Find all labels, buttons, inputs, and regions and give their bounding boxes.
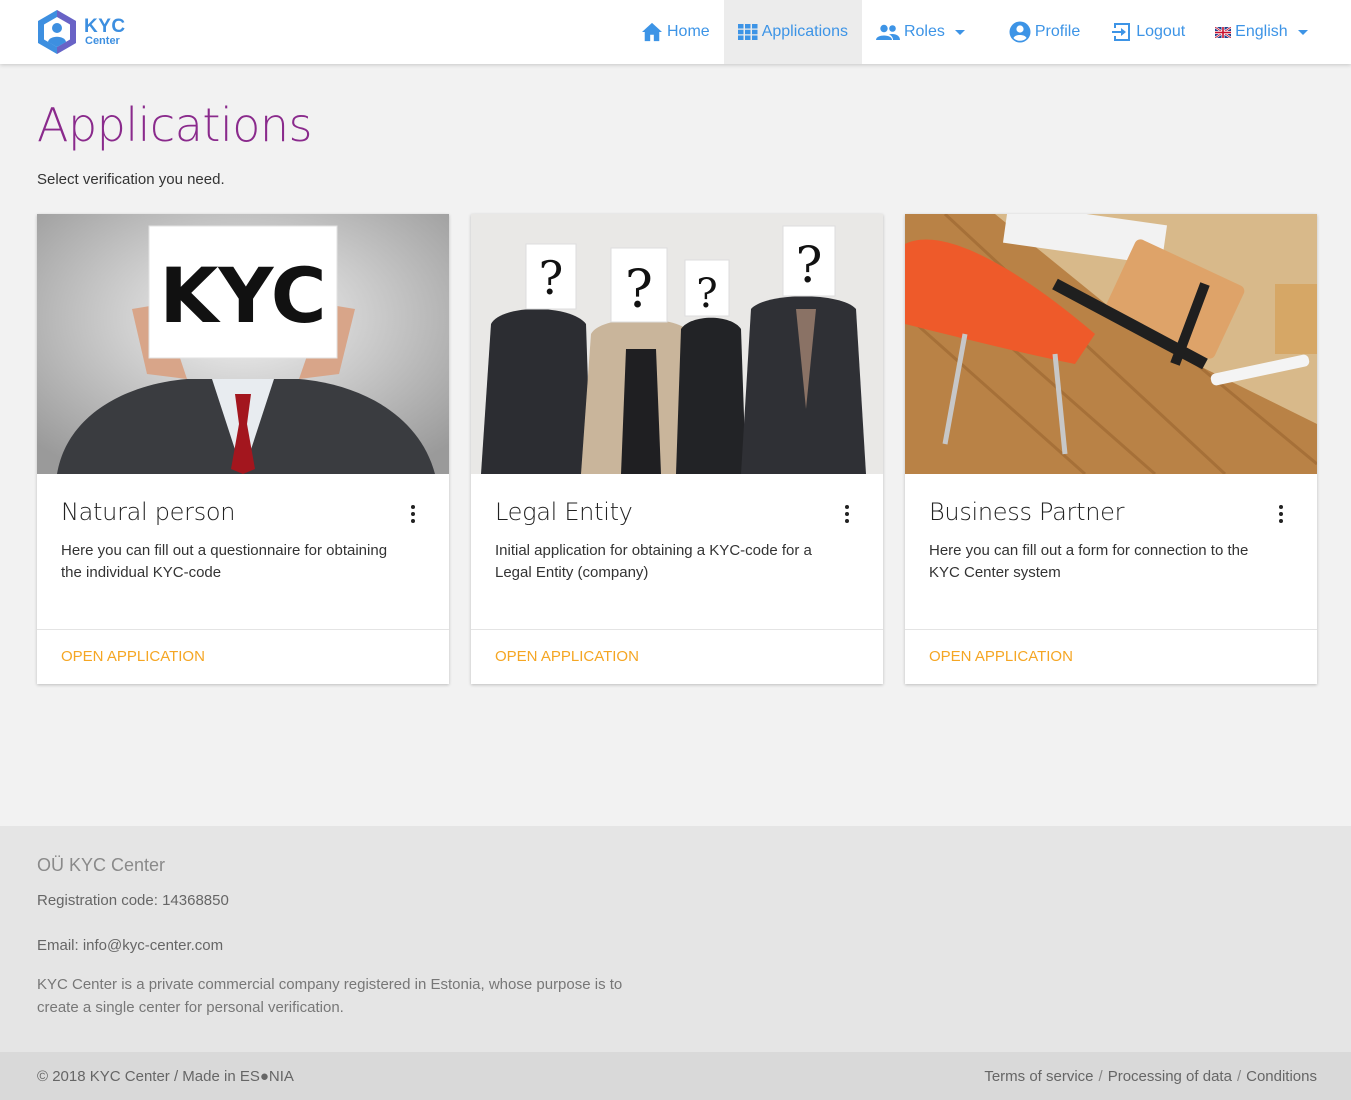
open-application-button[interactable]: OPEN APPLICATION (61, 648, 205, 665)
footer-about-text: KYC Center is a private commercial compa… (37, 976, 623, 1016)
footer-company-name: OÜ KYC Center (37, 855, 166, 875)
nav-applications-label: Applications (761, 23, 848, 40)
footer-links: Terms of service / Processing of data / … (984, 1068, 1317, 1085)
footer: OÜ KYC Center Registration code: 1436885… (0, 826, 1351, 1052)
application-card-natural-person: KYC Natural person Here you can fill out… (37, 214, 449, 684)
card-description: Here you can fill out a questionnaire fo… (61, 542, 388, 581)
nav-roles-label: Roles (903, 23, 945, 40)
brand-logo[interactable]: KYC Center (36, 9, 126, 55)
nav-roles-dropdown[interactable]: Roles (862, 0, 987, 64)
link-separator: / (1098, 1068, 1103, 1085)
processing-of-data-link[interactable]: Processing of data (1108, 1068, 1232, 1085)
uk-flag-icon (1215, 26, 1232, 38)
card-description: Here you can fill out a form for connect… (929, 542, 1249, 581)
people-icon (875, 24, 900, 40)
main-nav: Home Applications Roles Profile Logout E… (627, 0, 1322, 64)
open-application-button[interactable]: OPEN APPLICATION (929, 648, 1073, 665)
conditions-link[interactable]: Conditions (1246, 1068, 1317, 1085)
kyc-sign-text: KYC (160, 251, 327, 340)
terms-of-service-link[interactable]: Terms of service (984, 1068, 1093, 1085)
nav-language-label: English (1235, 23, 1288, 40)
question-mark-text: ? (796, 236, 823, 294)
card-title: Business Partner (929, 498, 1125, 526)
open-application-button[interactable]: OPEN APPLICATION (495, 648, 639, 665)
nav-language-dropdown[interactable]: English (1199, 0, 1321, 64)
nav-profile-label: Profile (1034, 23, 1081, 40)
link-separator: / (1236, 1068, 1242, 1085)
logout-icon (1112, 23, 1131, 41)
chevron-down-icon (954, 29, 965, 35)
nav-home[interactable]: Home (627, 0, 724, 64)
nav-logout[interactable]: Logout (1094, 0, 1199, 64)
question-mark-text: ? (625, 260, 653, 320)
card-divider (905, 629, 1317, 630)
account-circle-icon (1009, 21, 1031, 43)
nav-profile[interactable]: Profile (987, 0, 1094, 64)
chevron-down-icon (1297, 29, 1308, 35)
footer-registration-code: Registration code: 14368850 (37, 892, 229, 909)
more-vert-icon[interactable] (411, 505, 415, 526)
bottom-bar: © 2018 KYC Center / Made in ES●NIA Terms… (0, 1052, 1351, 1100)
page-subtitle: Select verification you need. (37, 171, 225, 188)
copyright-text: © 2018 KYC Center / Made in ES●NIA (37, 1068, 294, 1085)
card-title: Natural person (61, 498, 236, 526)
more-vert-icon[interactable] (1279, 505, 1283, 526)
brand-subname: Center (85, 35, 120, 47)
page-title: Applications (37, 98, 313, 152)
card-divider (37, 629, 449, 630)
top-navbar: KYC Center Home Applications Roles Profi… (0, 0, 1351, 64)
nav-applications[interactable]: Applications (723, 0, 862, 64)
card-description: Initial application for obtaining a KYC-… (495, 542, 812, 581)
footer-email: Email: info@kyc-center.com (37, 937, 224, 954)
question-mark-text: ? (696, 271, 717, 317)
kyc-shield-logo-icon (38, 10, 76, 54)
card-image-kyc-sign: KYC (37, 214, 449, 474)
card-image-desk (905, 214, 1317, 474)
brand-name: KYC (84, 16, 126, 37)
home-icon (642, 22, 662, 42)
card-divider (471, 629, 883, 630)
card-title: Legal Entity (495, 498, 633, 526)
nav-home-label: Home (667, 23, 710, 40)
more-vert-icon[interactable] (845, 505, 849, 526)
nav-logout-label: Logout (1136, 23, 1186, 40)
application-card-business-partner: Business Partner Here you can fill out a… (905, 214, 1317, 684)
card-image-question-signs: ? ? ? ? (471, 214, 883, 474)
apps-grid-icon (737, 24, 758, 40)
application-card-legal-entity: ? ? ? ? Legal Entity Initial application… (471, 214, 883, 684)
question-mark-text: ? (539, 251, 564, 305)
